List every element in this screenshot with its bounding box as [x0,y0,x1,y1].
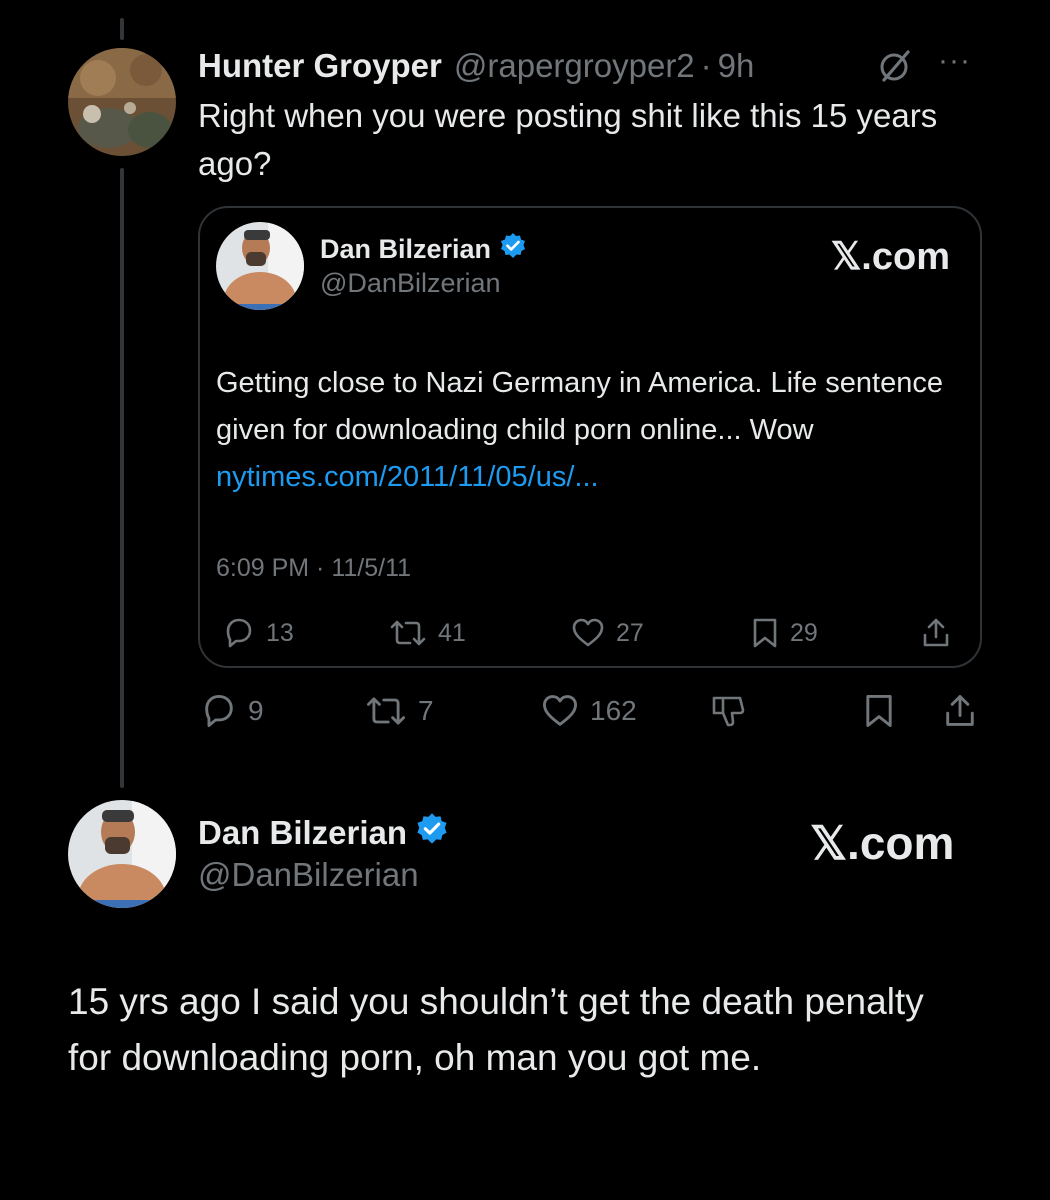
quote-text-body: Getting close to Nazi Germany in America… [216,367,943,446]
avatar-dan-bilzerian[interactable] [68,800,176,908]
more-options-icon[interactable]: ··· [938,44,971,78]
reply-action-bar: 9 7 162 [198,692,988,734]
quote-repost-button[interactable]: 41 [388,616,466,650]
grok-slash-icon[interactable] [878,48,912,92]
quote-author-handle[interactable]: @DanBilzerian [320,268,500,299]
source-label: 𝕏.com [830,236,950,278]
reply-icon [200,692,238,730]
author-handle[interactable]: @rapergroyper2 [454,47,695,85]
response-author-handle[interactable]: @DanBilzerian [198,856,419,894]
like-count: 27 [616,618,644,647]
heart-icon [540,692,580,730]
bookmark-button[interactable] [862,692,896,730]
repost-icon [364,692,408,730]
repost-icon [388,616,428,650]
quoted-tweet-card[interactable]: Dan Bilzerian @DanBilzerian 𝕏.com Gettin… [198,206,982,668]
response-author-name-row: Dan Bilzerian [198,812,449,854]
repost-count: 41 [438,618,466,647]
heart-icon [570,616,606,650]
share-button[interactable] [942,692,978,730]
response-text: 15 yrs ago I said you shouldn’t get the … [68,981,924,1078]
bookmark-count: 29 [790,618,818,647]
verified-badge-icon [415,812,449,854]
response-source-label: 𝕏.com [810,817,955,869]
avatar-dan-bilzerian-quote[interactable] [216,222,304,310]
verified-badge-icon [499,232,527,267]
reply-header: Hunter Groyper @rapergroyper2 · 9h ··· [198,44,998,88]
repost-count: 7 [418,695,434,726]
reply-count: 13 [266,618,294,647]
separator-dot: · [700,47,712,84]
downvote-button[interactable] [710,692,750,730]
author-name[interactable]: Hunter Groyper [198,47,442,85]
quote-like-button[interactable]: 27 [570,616,644,650]
avatar-hunter-groyper[interactable] [68,48,176,156]
repost-button[interactable]: 7 [364,692,434,730]
quote-timestamp[interactable]: 6:09 PM · 11/5/11 [216,554,411,583]
quote-bookmark-button[interactable]: 29 [750,616,818,650]
share-icon [920,616,952,650]
quote-author-name[interactable]: Dan Bilzerian [320,234,491,265]
reply-icon [222,616,256,650]
reply-text: Right when you were posting shit like th… [198,97,938,182]
bookmark-icon [862,692,896,730]
thread-connector [120,168,124,788]
quote-text: Getting close to Nazi Germany in America… [216,360,956,501]
quote-share-button[interactable] [920,616,952,650]
like-count: 162 [590,695,637,726]
reply-count: 9 [248,695,264,726]
post-time[interactable]: 9h [718,47,755,85]
thumbs-down-icon [710,692,750,730]
thread-connector-top [120,18,124,40]
share-icon [942,692,978,730]
quote-action-bar: 13 41 27 29 [216,616,966,654]
quote-author-name-row: Dan Bilzerian [320,232,527,267]
bookmark-icon [750,616,780,650]
quote-reply-button[interactable]: 13 [222,616,294,650]
like-button[interactable]: 162 [540,692,637,730]
quote-link[interactable]: nytimes.com/2011/11/05/us/... [216,461,599,493]
response-author-name[interactable]: Dan Bilzerian [198,814,407,852]
reply-button[interactable]: 9 [200,692,264,730]
